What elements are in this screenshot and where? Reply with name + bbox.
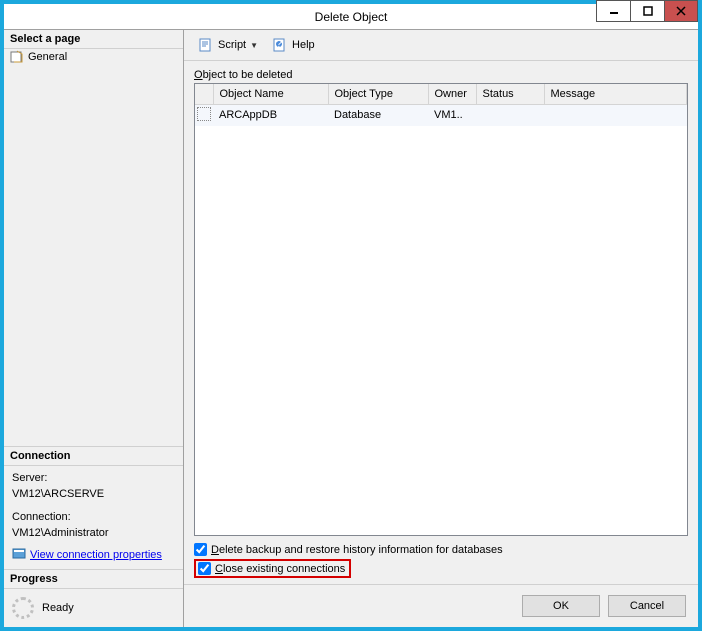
window-title: Delete Object — [315, 10, 388, 24]
object-grid[interactable]: Object Name Object Type Owner Status Mes… — [194, 83, 688, 536]
row-icon — [197, 107, 211, 121]
view-connection-properties-link[interactable]: View connection properties — [12, 546, 175, 566]
help-button[interactable]: ? Help — [268, 36, 319, 54]
close-connections-checkbox-row[interactable]: Close existing connections — [196, 561, 345, 576]
chevron-down-icon: ▼ — [250, 41, 258, 50]
delete-history-checkbox[interactable] — [194, 543, 207, 556]
delete-history-label: Delete backup and restore history inform… — [211, 544, 503, 556]
left-pane: Select a page General Connection Server:… — [4, 30, 184, 627]
table-row[interactable]: ARCAppDB Database VM1.. — [195, 104, 687, 126]
close-button[interactable] — [664, 0, 698, 22]
server-value: VM12\ARCSERVE — [12, 486, 175, 503]
minimize-button[interactable] — [596, 0, 630, 22]
grid-header-status[interactable]: Status — [476, 84, 544, 104]
script-button[interactable]: Script ▼ — [194, 36, 262, 54]
page-icon — [10, 50, 24, 64]
cell-name: ARCAppDB — [213, 104, 328, 126]
script-label: Script — [218, 39, 246, 51]
script-icon — [198, 37, 214, 53]
cell-type: Database — [328, 104, 428, 126]
page-general-label: General — [28, 51, 67, 63]
view-connection-properties-label: View connection properties — [30, 547, 162, 564]
titlebar[interactable]: Delete Object — [4, 4, 698, 29]
maximize-button[interactable] — [630, 0, 664, 22]
server-label: Server: — [12, 470, 175, 487]
connection-section: Connection Server: VM12\ARCSERVE Connect… — [4, 446, 183, 570]
delete-history-checkbox-row[interactable]: Delete backup and restore history inform… — [194, 542, 688, 557]
connection-header: Connection — [4, 447, 183, 466]
connection-value: VM12\Administrator — [12, 525, 175, 542]
close-connections-checkbox[interactable] — [198, 562, 211, 575]
grid-header-message[interactable]: Message — [544, 84, 687, 104]
cell-message — [544, 104, 687, 126]
right-pane: Script ▼ ? Help Object to be deleted — [184, 30, 698, 627]
ok-button[interactable]: OK — [522, 595, 600, 617]
toolbar: Script ▼ ? Help — [184, 30, 698, 61]
progress-spinner-icon — [12, 597, 34, 619]
cancel-button[interactable]: Cancel — [608, 595, 686, 617]
button-bar: OK Cancel — [184, 584, 698, 627]
properties-icon — [12, 546, 26, 566]
grid-header-name[interactable]: Object Name — [213, 84, 328, 104]
help-label: Help — [292, 39, 315, 51]
cell-status — [476, 104, 544, 126]
window-controls — [596, 0, 698, 22]
content-area: Select a page General Connection Server:… — [4, 29, 698, 627]
close-connections-highlight: Close existing connections — [194, 559, 351, 578]
grid-header-icon — [195, 84, 213, 104]
select-page-header: Select a page — [4, 30, 183, 49]
object-to-delete-label: Object to be deleted — [194, 69, 688, 81]
main-body: Object to be deleted Object Name Object … — [184, 61, 698, 584]
grid-header-type[interactable]: Object Type — [328, 84, 428, 104]
grid-header-row: Object Name Object Type Owner Status Mes… — [195, 84, 687, 104]
svg-text:?: ? — [276, 38, 282, 50]
help-icon: ? — [272, 37, 288, 53]
progress-status: Ready — [42, 602, 74, 614]
page-general[interactable]: General — [4, 49, 183, 65]
grid-header-owner[interactable]: Owner — [428, 84, 476, 104]
checkbox-area: Delete backup and restore history inform… — [194, 536, 688, 580]
progress-header: Progress — [4, 570, 183, 589]
dialog-window: Delete Object Select a page General Conn… — [0, 0, 702, 631]
close-connections-label: Close existing connections — [215, 563, 345, 575]
cell-owner: VM1.. — [428, 104, 476, 126]
connection-label: Connection: — [12, 509, 175, 526]
progress-section: Progress Ready — [4, 569, 183, 627]
